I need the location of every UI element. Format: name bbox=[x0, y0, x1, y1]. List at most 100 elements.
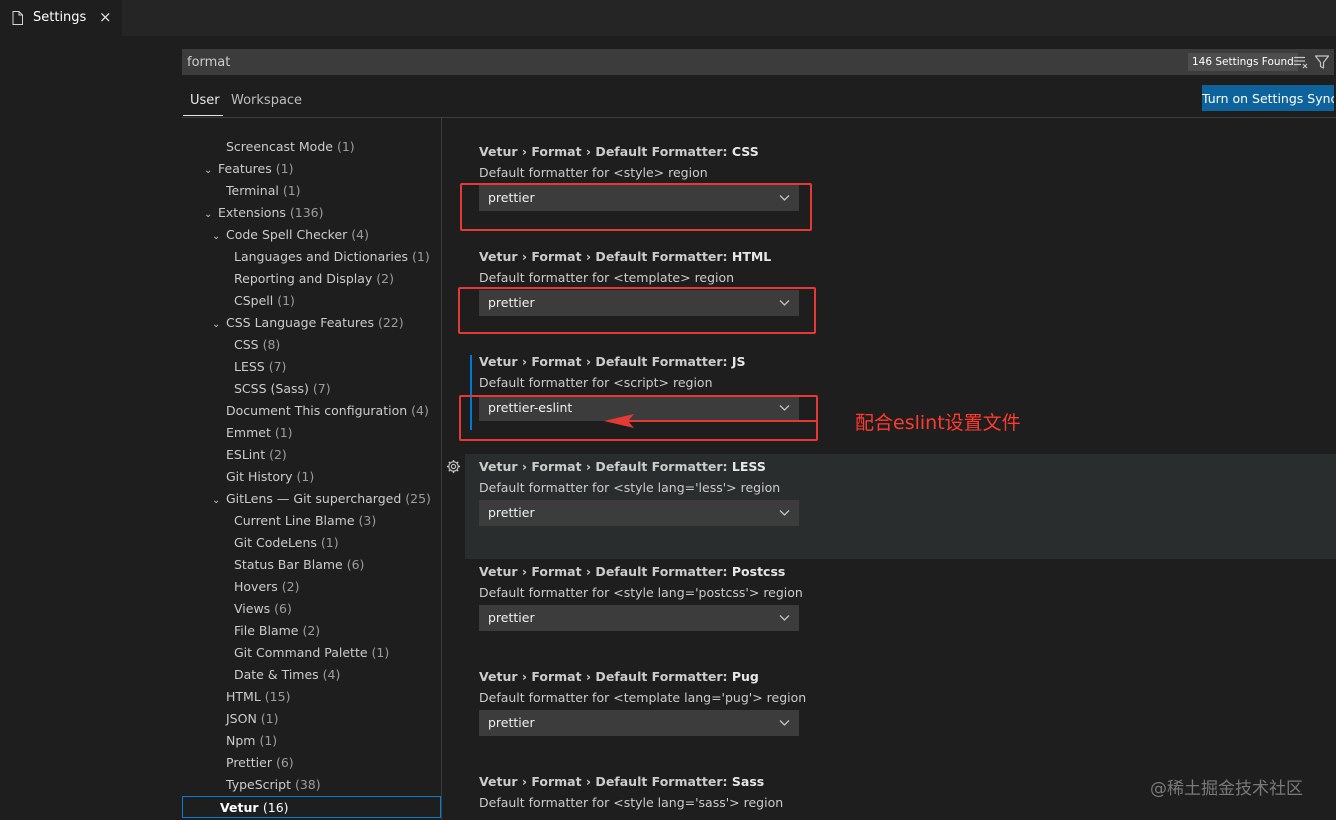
chevron-down-icon[interactable]: ⌄ bbox=[204, 160, 218, 182]
setting-category: Vetur › Format › Default Formatter: bbox=[479, 774, 732, 789]
formatter-dropdown[interactable]: prettier bbox=[479, 710, 799, 736]
toc-item-count: (2) bbox=[269, 447, 287, 462]
toc-item-count: (22) bbox=[377, 315, 404, 330]
toc-item-label: File Blame bbox=[234, 623, 299, 638]
setting-title: Vetur › Format › Default Formatter: LESS bbox=[479, 459, 766, 474]
toc-item[interactable]: ESLint (2) bbox=[226, 444, 287, 466]
toc-item[interactable]: Vetur (16) bbox=[182, 796, 441, 818]
gear-icon[interactable] bbox=[446, 459, 461, 474]
setting-description: Default formatter for <style> region bbox=[479, 165, 708, 180]
chevron-down-icon[interactable]: ⌄ bbox=[204, 204, 218, 226]
toc-item-label: Npm bbox=[226, 733, 256, 748]
results-count-badge: 146 Settings Found bbox=[1188, 53, 1298, 71]
toc-item[interactable]: ⌄ Extensions (136) bbox=[204, 202, 324, 224]
toc-item[interactable]: Date & Times (4) bbox=[234, 664, 340, 686]
clear-filter-icon[interactable] bbox=[1293, 55, 1309, 69]
toc-item[interactable]: JSON (1) bbox=[226, 708, 279, 730]
toc-item[interactable]: CSpell (1) bbox=[234, 290, 295, 312]
toc-item-count: (8) bbox=[262, 337, 281, 352]
turn-on-settings-sync-button[interactable]: Turn on Settings Sync bbox=[1202, 85, 1334, 111]
highlight-box-css bbox=[460, 183, 812, 231]
toc-item[interactable]: Git Command Palette (1) bbox=[234, 642, 389, 664]
toc-item-count: (136) bbox=[289, 205, 324, 220]
setting-item: Vetur › Format › Default Formatter: LESS… bbox=[465, 454, 1336, 559]
toc-item[interactable]: Current Line Blame (3) bbox=[234, 510, 376, 532]
setting-item: Vetur › Format › Default Formatter: Post… bbox=[465, 559, 1336, 664]
toc-item-label: Code Spell Checker bbox=[226, 227, 348, 242]
toc-item[interactable]: Terminal (1) bbox=[226, 180, 301, 202]
chevron-down-icon[interactable]: ⌄ bbox=[212, 314, 226, 336]
setting-title: Vetur › Format › Default Formatter: Sass bbox=[479, 774, 764, 789]
setting-category: Vetur › Format › Default Formatter: bbox=[479, 459, 732, 474]
toc-item-label: LESS bbox=[234, 359, 265, 374]
tab-label: Settings bbox=[33, 10, 87, 25]
filter-icon[interactable] bbox=[1314, 54, 1330, 70]
toc-item-label: Git History bbox=[226, 469, 293, 484]
toc-item-count: (6) bbox=[346, 557, 365, 572]
dropdown-value: prettier bbox=[488, 505, 535, 520]
toc-item[interactable]: Status Bar Blame (6) bbox=[234, 554, 364, 576]
toc-item-count: (2) bbox=[376, 271, 395, 286]
settings-tab[interactable]: Settings × bbox=[0, 0, 122, 36]
chevron-down-icon[interactable]: ⌄ bbox=[212, 490, 226, 512]
toc-item[interactable]: ⌄ CSS Language Features (22) bbox=[212, 312, 404, 334]
toc-item-count: (25) bbox=[405, 491, 431, 506]
toc-item[interactable]: Hovers (2) bbox=[234, 576, 300, 598]
toc-item[interactable]: Views (6) bbox=[234, 598, 292, 620]
toc-item[interactable]: Languages and Dictionaries (1) bbox=[234, 246, 430, 268]
chevron-down-icon bbox=[779, 720, 790, 726]
setting-key: Sass bbox=[731, 774, 765, 789]
toc-item[interactable]: CSS (8) bbox=[234, 334, 280, 356]
toc-item[interactable]: Screencast Mode (1) bbox=[226, 136, 355, 158]
toc-item[interactable]: Git CodeLens (1) bbox=[234, 532, 339, 554]
setting-description: Default formatter for <style lang='sass'… bbox=[479, 795, 784, 810]
toc-item[interactable]: HTML (15) bbox=[226, 686, 290, 708]
toc-item[interactable]: LESS (7) bbox=[234, 356, 286, 378]
toc-item-label: ESLint bbox=[226, 447, 266, 462]
settings-search-box: 146 Settings Found bbox=[182, 49, 1334, 75]
setting-category: Vetur › Format › Default Formatter: bbox=[479, 249, 732, 264]
setting-title: Vetur › Format › Default Formatter: Pug bbox=[479, 669, 759, 684]
close-icon[interactable]: × bbox=[99, 9, 112, 25]
toc-item-label: Git Command Palette bbox=[234, 645, 368, 660]
toc-item[interactable]: Prettier (6) bbox=[226, 752, 294, 774]
toc-item-count: (1) bbox=[336, 139, 355, 154]
toc-item[interactable]: ⌄ GitLens — Git supercharged (25) bbox=[212, 488, 431, 510]
toc-item[interactable]: Npm (1) bbox=[226, 730, 277, 752]
toc-item-label: Vetur bbox=[220, 800, 259, 815]
toc-item-count: (1) bbox=[274, 425, 293, 440]
formatter-dropdown[interactable]: prettier bbox=[479, 500, 799, 526]
toc-item-label: GitLens — Git supercharged bbox=[226, 491, 402, 506]
toc-item[interactable]: SCSS (Sass) (7) bbox=[234, 378, 331, 400]
setting-key: CSS bbox=[731, 144, 759, 159]
toc-item[interactable]: File Blame (2) bbox=[234, 620, 320, 642]
setting-title: Vetur › Format › Default Formatter: CSS bbox=[479, 144, 759, 159]
settings-toc: Screencast Mode (1) ⌄ Features (1) Terminal… bbox=[182, 118, 441, 820]
tab-user[interactable]: User bbox=[190, 93, 220, 108]
chevron-down-icon[interactable]: ⌄ bbox=[212, 226, 226, 248]
search-input[interactable] bbox=[182, 49, 1172, 75]
setting-title: Vetur › Format › Default Formatter: Post… bbox=[479, 564, 785, 579]
toc-item[interactable]: Reporting and Display (2) bbox=[234, 268, 394, 290]
toc-item[interactable]: Emmet (1) bbox=[226, 422, 293, 444]
toc-item[interactable]: ⌄ Features (1) bbox=[204, 158, 293, 180]
toc-item-label: Languages and Dictionaries bbox=[234, 249, 409, 264]
setting-description: Default formatter for <script> region bbox=[479, 375, 713, 390]
formatter-dropdown[interactable]: prettier bbox=[479, 605, 799, 631]
toc-item[interactable]: TypeScript (38) bbox=[226, 774, 321, 796]
setting-category: Vetur › Format › Default Formatter: bbox=[479, 144, 732, 159]
toc-item[interactable]: Document This configuration (4) bbox=[226, 400, 429, 422]
toc-item-count: (3) bbox=[358, 513, 377, 528]
toc-item[interactable]: ⌄ Code Spell Checker (4) bbox=[212, 224, 369, 246]
toc-item-label: Reporting and Display bbox=[234, 271, 373, 286]
toc-item-count: (38) bbox=[294, 777, 321, 792]
setting-key: JS bbox=[731, 354, 746, 369]
tab-workspace[interactable]: Workspace bbox=[231, 93, 302, 108]
toc-item[interactable]: Git History (1) bbox=[226, 466, 314, 488]
toc-item-label: CSpell bbox=[234, 293, 274, 308]
toc-item-count: (4) bbox=[351, 227, 369, 242]
setting-key: HTML bbox=[731, 249, 772, 264]
toc-item-label: CSS Language Features bbox=[226, 315, 374, 330]
active-tab-indicator bbox=[183, 115, 223, 116]
setting-description: Default formatter for <template> region bbox=[479, 270, 735, 285]
